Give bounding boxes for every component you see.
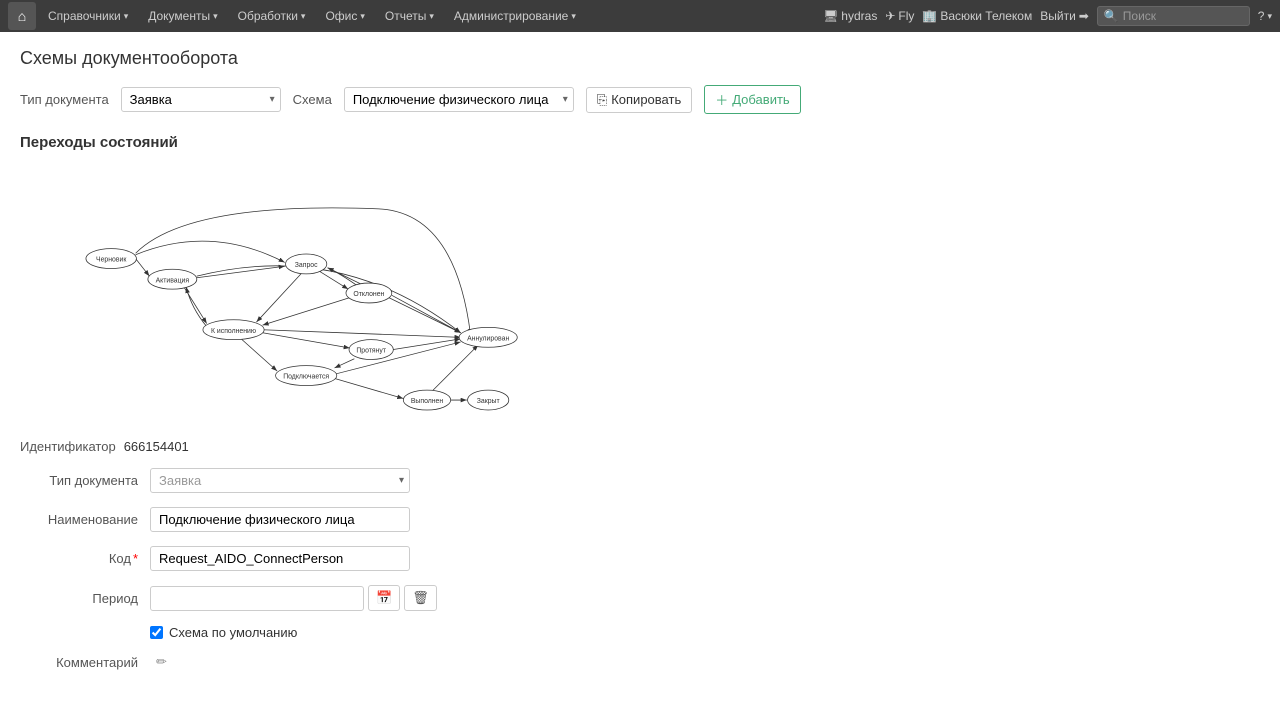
schema-label: Схема [293,92,332,107]
nav-item-docs[interactable]: Документы ▾ [140,5,225,27]
svg-text:Протянут: Протянут [356,348,387,355]
main-content: Схемы документооборота Тип документа Зая… [0,32,1280,700]
monitor-icon: 🖥 [823,9,838,23]
form-name-row: Наименование [20,507,1260,532]
form-doc-type-wrap: Заявка ▾ [150,468,410,493]
navbar-right: 🖥 hydras ✈ Fly 🏢 Васюки Телеком Выйти ➡ … [823,6,1272,26]
nav-vasuky[interactable]: 🏢 Васюки Телеком [922,9,1032,23]
chevron-down-icon: ▾ [360,11,365,22]
chevron-down-icon: ▾ [1267,11,1272,22]
copy-icon: ⎘ [597,92,607,108]
form-period-row: Период 📅 🗑 [20,585,1260,611]
form-comment-row: Комментарий ✏ [20,654,1260,670]
period-wrap: 📅 🗑 [150,585,437,611]
exit-button[interactable]: Выйти ➡ [1040,9,1089,23]
form-doc-type-row: Тип документа Заявка ▾ [20,468,1260,493]
nav-item-admin[interactable]: Администрирование ▾ [446,5,584,27]
diagram-title: Переходы состояний [20,134,1260,151]
plane-icon: ✈ [885,9,895,23]
search-input[interactable] [1123,9,1243,23]
search-icon: 🔍 [1104,9,1119,23]
default-schema-row: Схема по умолчанию [150,625,1260,640]
page-title: Схемы документооборота [20,48,1260,69]
chevron-down-icon: ▾ [429,11,434,22]
edit-icon[interactable]: ✏ [156,654,167,670]
clear-period-button[interactable]: 🗑 [404,585,437,611]
form-code-input[interactable] [150,546,410,571]
svg-text:Запрос: Запрос [295,262,318,269]
chevron-down-icon: ▾ [571,11,576,22]
home-icon: ⌂ [18,8,26,24]
nav-hydras[interactable]: 🖥 hydras [823,9,877,23]
svg-text:Аннулирован: Аннулирован [467,335,509,342]
help-button[interactable]: ? ▾ [1258,9,1272,23]
form-period-label: Период [20,591,150,606]
calendar-icon: 📅 [376,590,392,605]
doc-type-label: Тип документа [20,92,109,107]
id-label: Идентификатор [20,439,116,454]
search-box[interactable]: 🔍 [1097,6,1250,26]
nav-item-ref[interactable]: Справочники ▾ [40,5,136,27]
svg-text:Выполнен: Выполнен [411,398,444,405]
navbar: ⌂ Справочники ▾ Документы ▾ Обработки ▾ … [0,0,1280,32]
svg-text:К исполнению: К исполнению [211,328,256,335]
form-doc-type-select[interactable]: Заявка [150,468,410,493]
chevron-down-icon: ▾ [213,11,218,22]
default-schema-label[interactable]: Схема по умолчанию [169,625,297,640]
form-doc-type-label: Тип документа [20,473,150,488]
nav-item-office[interactable]: Офис ▾ [317,5,372,27]
trash-icon: 🗑 [412,590,429,605]
form-name-label: Наименование [20,512,150,527]
form-section: Идентификатор 666154401 Тип документа За… [20,439,1260,670]
doc-type-select-wrap: Заявка ▾ [121,87,281,112]
diagram-section: Переходы состояний [20,134,1260,423]
schema-select[interactable]: Подключение физического лица [344,87,574,112]
id-row: Идентификатор 666154401 [20,439,1260,454]
schema-select-wrap: Подключение физического лица ▾ [344,87,574,112]
chevron-down-icon: ▾ [301,11,306,22]
toolbar: Тип документа Заявка ▾ Схема Подключение… [20,85,1260,114]
chevron-down-icon: ▾ [124,11,129,22]
svg-text:Активация: Активация [156,277,190,284]
company-icon: 🏢 [922,9,937,23]
add-button[interactable]: ＋ Добавить [704,85,800,114]
id-value: 666154401 [124,439,189,454]
svg-text:Отклонен: Отклонен [353,291,384,298]
default-schema-checkbox[interactable] [150,626,163,639]
form-comment-label: Комментарий [20,655,150,670]
nav-item-reports[interactable]: Отчеты ▾ [377,5,442,27]
svg-text:Закрыт: Закрыт [477,398,501,405]
nav-fly[interactable]: ✈ Fly [885,9,914,23]
exit-icon: ➡ [1079,9,1089,23]
nav-item-proc[interactable]: Обработки ▾ [230,5,314,27]
home-button[interactable]: ⌂ [8,2,36,30]
doc-type-select[interactable]: Заявка [121,87,281,112]
svg-text:Подключается: Подключается [283,374,329,381]
form-code-row: Код [20,546,1260,571]
form-name-input[interactable] [150,507,410,532]
svg-text:Черновик: Черновик [96,257,127,264]
plus-icon: ＋ [715,90,728,109]
form-period-input[interactable] [150,586,364,611]
form-code-label: Код [20,551,150,566]
calendar-button[interactable]: 📅 [368,585,400,611]
state-diagram: Черновик Активация Запрос Отклонен К исп… [20,163,600,423]
copy-button[interactable]: ⎘ Копировать [586,87,692,113]
